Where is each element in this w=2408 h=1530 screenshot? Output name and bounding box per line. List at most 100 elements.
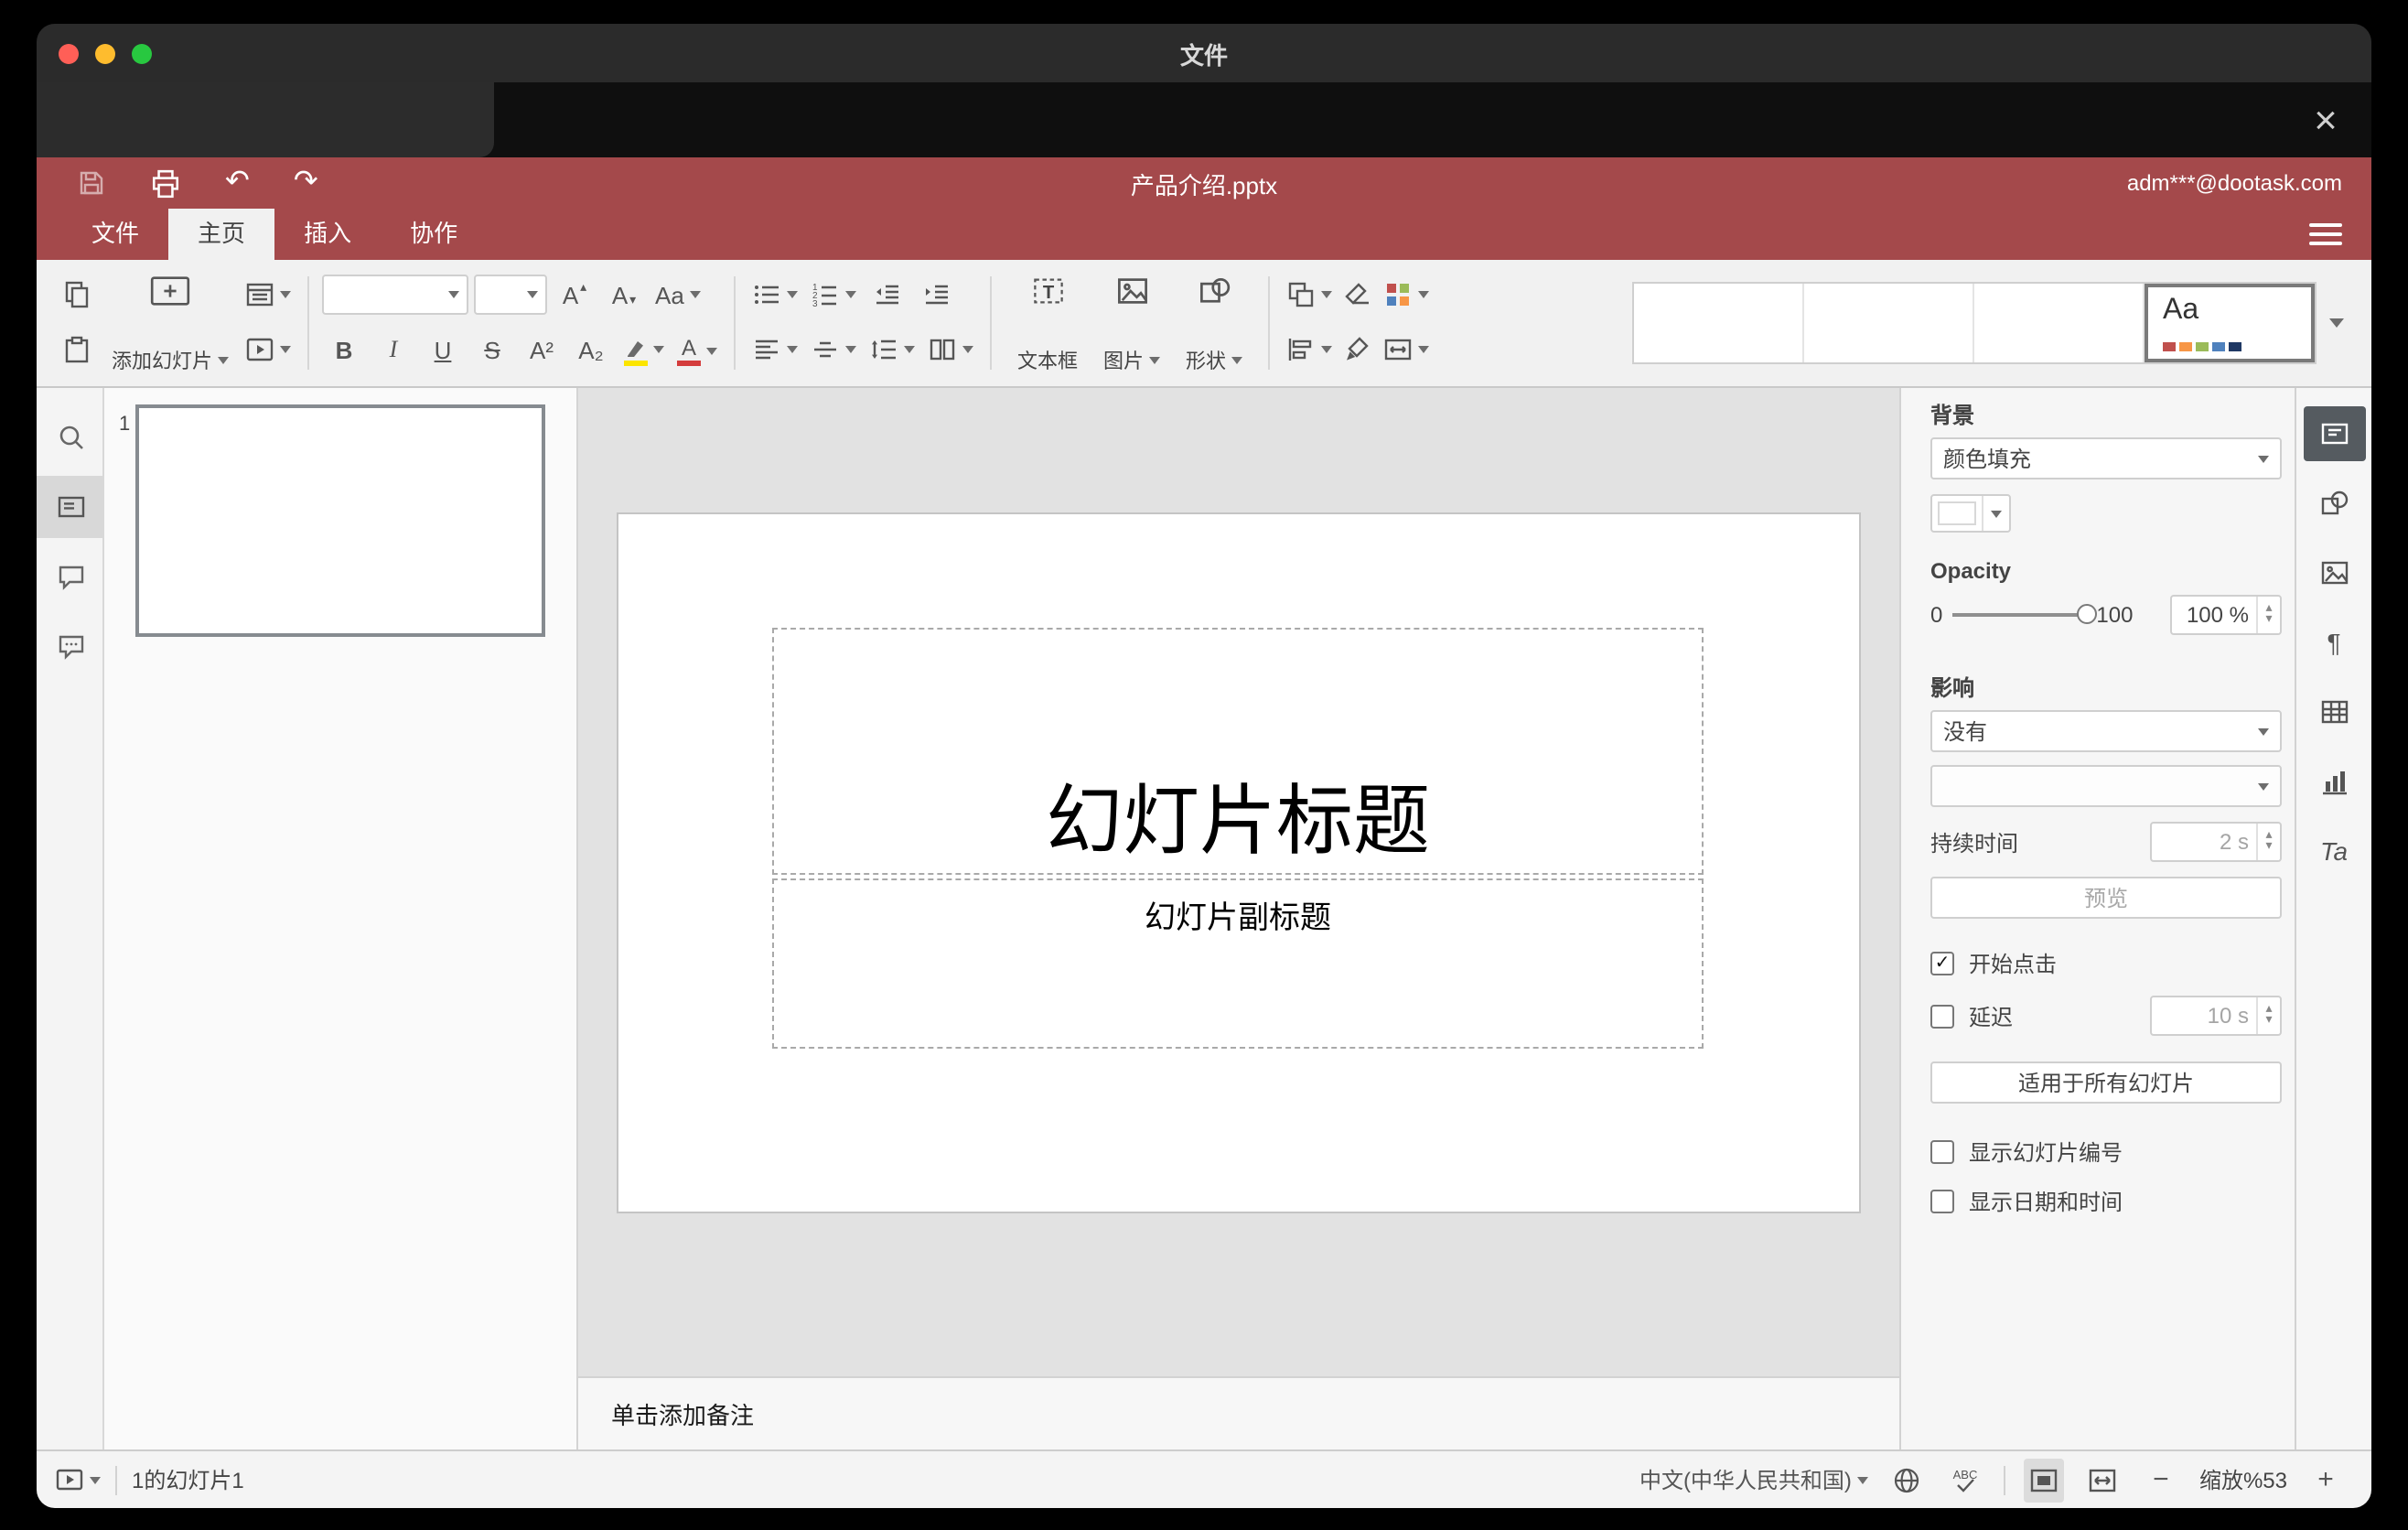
macos-titlebar: 文件 [37, 24, 2371, 82]
spellcheck-button[interactable]: ABC [1945, 1458, 1985, 1502]
minimize-window-button[interactable] [95, 43, 115, 63]
fit-width-button[interactable] [2082, 1458, 2123, 1502]
increase-font-button[interactable]: A ▴ [553, 273, 597, 317]
slide-subtitle-placeholder[interactable]: 幻灯片副标题 [772, 878, 1704, 1049]
background-color-picker[interactable] [1930, 494, 2011, 533]
underline-button[interactable]: U [421, 328, 465, 372]
paragraph-settings-button[interactable]: ¶ [2303, 615, 2365, 670]
tab-file[interactable]: 文件 [62, 209, 168, 260]
undo-button[interactable]: ↶ [225, 167, 250, 198]
redo-button[interactable]: ↷ [294, 167, 318, 198]
delay-stepper[interactable]: ▴ ▾ [2256, 997, 2280, 1034]
horizontal-align-button[interactable] [748, 328, 801, 372]
zoom-out-button[interactable]: − [2141, 1458, 2181, 1502]
theme-gallery-expand-button[interactable] [2317, 282, 2357, 364]
copy-button[interactable] [55, 273, 99, 317]
textart-settings-button[interactable]: Ta [2303, 824, 2365, 878]
add-slide-button[interactable]: 添加幻灯片 [99, 260, 242, 386]
table-settings-button[interactable] [2303, 684, 2365, 739]
effect-select[interactable]: 没有 [1930, 710, 2282, 752]
superscript-button[interactable]: A² [520, 328, 564, 372]
bullets-button[interactable] [748, 273, 801, 317]
slide[interactable]: 幻灯片标题 幻灯片副标题 [618, 514, 1859, 1212]
chart-settings-button[interactable] [2303, 754, 2365, 809]
strikethrough-button[interactable]: S [470, 328, 514, 372]
theme-thumbnail-3[interactable] [1974, 284, 2145, 362]
spellcheck-icon: ABC [1953, 1467, 1977, 1492]
color-scheme-button[interactable] [1380, 273, 1433, 317]
show-slide-number-checkbox[interactable]: 显示幻灯片编号 [1930, 1137, 2282, 1168]
copy-style-button[interactable] [1336, 328, 1380, 372]
slide-thumbnail-1[interactable] [135, 404, 545, 637]
italic-button[interactable]: I [371, 328, 415, 372]
slides-panel-button[interactable] [37, 476, 104, 538]
search-button[interactable] [37, 406, 104, 469]
line-spacing-button[interactable] [865, 328, 919, 372]
font-color-button[interactable]: A [673, 328, 721, 372]
theme-thumbnail-selected[interactable]: Aa [2145, 284, 2315, 362]
slide-title-placeholder[interactable]: 幻灯片标题 [772, 628, 1704, 875]
opacity-slider-knob[interactable] [2076, 604, 2097, 624]
print-button[interactable] [150, 167, 181, 199]
delay-input[interactable]: 10 s ▴ ▾ [2150, 996, 2282, 1036]
shape-settings-button[interactable] [2303, 476, 2365, 531]
preview-button[interactable]: 预览 [1930, 877, 2282, 919]
apply-to-all-button[interactable]: 适用于所有幻灯片 [1930, 1061, 2282, 1104]
slide-settings-button[interactable] [2303, 406, 2365, 461]
preview-slideshow-button[interactable] [242, 328, 295, 372]
opacity-stepper[interactable]: ▴ ▾ [2256, 597, 2280, 633]
change-layout-button[interactable] [242, 273, 295, 317]
image-settings-button[interactable] [2303, 545, 2365, 600]
dialog-header: × [37, 82, 2371, 157]
align-shapes-button[interactable] [1283, 328, 1336, 372]
feedback-button[interactable] [37, 615, 104, 677]
arrange-shapes-button[interactable] [1283, 273, 1336, 317]
close-window-button[interactable] [59, 43, 79, 63]
start-on-click-checkbox[interactable]: ✓ 开始点击 [1930, 948, 2282, 979]
tab-insert[interactable]: 插入 [274, 209, 381, 260]
background-fill-select[interactable]: 颜色填充 [1930, 437, 2282, 479]
opacity-slider[interactable] [1951, 604, 2097, 624]
change-case-button[interactable]: Aa [651, 273, 704, 317]
insert-shape-button[interactable]: 形状 [1173, 260, 1255, 386]
increase-indent-button[interactable] [915, 273, 959, 317]
decrease-font-button[interactable]: A ▾ [602, 273, 646, 317]
paste-button[interactable] [55, 328, 99, 372]
highlight-color-button[interactable] [618, 328, 668, 372]
theme-thumbnail-1[interactable] [1634, 284, 1804, 362]
subscript-button[interactable]: A₂ [569, 328, 613, 372]
zoom-window-button[interactable] [132, 43, 152, 63]
duration-input[interactable]: 2 s ▴ ▾ [2150, 822, 2282, 862]
fit-slide-button[interactable] [2023, 1458, 2064, 1502]
insert-image-button[interactable]: 图片 [1091, 260, 1173, 386]
bold-button[interactable]: B [322, 328, 366, 372]
numbering-button[interactable]: 123 [807, 273, 860, 317]
insert-textbox-button[interactable]: T 文本框 [1005, 260, 1091, 386]
show-date-time-checkbox[interactable]: 显示日期和时间 [1930, 1186, 2282, 1217]
hamburger-menu-icon[interactable] [2309, 223, 2342, 245]
columns-button[interactable] [924, 328, 977, 372]
close-icon[interactable]: × [2302, 97, 2349, 145]
language-select[interactable]: 中文(中华人民共和国) [1639, 1458, 1868, 1502]
font-name-select[interactable] [322, 275, 468, 315]
delay-checkbox[interactable]: 延迟 [1930, 1000, 2013, 1031]
effect-option-select[interactable] [1930, 765, 2282, 807]
theme-thumbnail-2[interactable] [1804, 284, 1974, 362]
document-language-button[interactable] [1887, 1458, 1927, 1502]
duration-stepper[interactable]: ▴ ▾ [2256, 824, 2280, 860]
comments-button[interactable] [37, 545, 104, 608]
clear-style-button[interactable] [1336, 273, 1380, 317]
tab-home[interactable]: 主页 [168, 209, 275, 260]
zoom-in-button[interactable]: + [2306, 1458, 2346, 1502]
paragraph-group: 123 [748, 260, 977, 386]
vertical-align-button[interactable] [807, 328, 860, 372]
start-slideshow-button[interactable] [55, 1458, 101, 1502]
save-button[interactable] [77, 168, 106, 198]
slide-size-button[interactable] [1380, 328, 1433, 372]
decrease-indent-button[interactable] [865, 273, 909, 317]
font-size-select[interactable] [474, 275, 547, 315]
shape-settings-icon [2320, 490, 2348, 515]
tab-collaboration[interactable]: 协作 [381, 209, 487, 260]
notes-area[interactable]: 单击添加备注 [578, 1376, 1899, 1449]
opacity-input[interactable]: 100 % ▴ ▾ [2170, 595, 2282, 635]
